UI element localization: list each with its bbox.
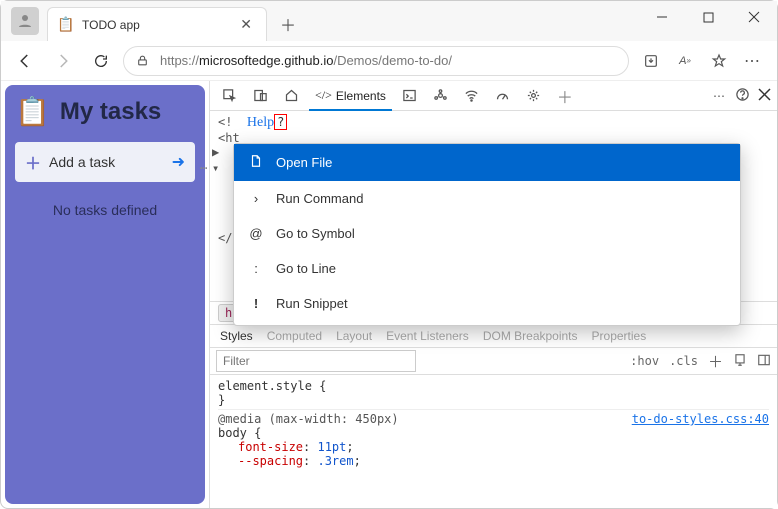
- close-devtools-button[interactable]: [758, 88, 771, 104]
- window-controls: [639, 1, 777, 33]
- back-button[interactable]: [9, 45, 41, 77]
- clipboard-icon: 📋: [15, 95, 50, 128]
- styles-pane[interactable]: element.style { } to-do-styles.css:40 @m…: [210, 375, 777, 472]
- cmd-open-file[interactable]: Open File: [234, 144, 740, 181]
- css-source-link[interactable]: to-do-styles.css:40: [632, 412, 769, 426]
- more-tools-button[interactable]: ⋯: [713, 89, 727, 103]
- styles-filter-row: :hov .cls ＋: [210, 348, 777, 375]
- browser-tab[interactable]: 📋 TODO app ✕: [47, 7, 267, 41]
- cmd-go-to-symbol[interactable]: @ Go to Symbol: [234, 216, 740, 251]
- elements-tab[interactable]: </> Elements: [309, 81, 392, 111]
- subtab-properties[interactable]: Properties: [592, 329, 647, 343]
- tab-close-icon[interactable]: ✕: [236, 16, 256, 33]
- chevron-right-icon: ›: [248, 191, 264, 206]
- network-tab-icon[interactable]: [458, 84, 485, 107]
- close-window-button[interactable]: [731, 1, 777, 33]
- submit-arrow-icon[interactable]: ➜: [172, 152, 185, 172]
- search-cursor: ?: [274, 114, 287, 130]
- profile-avatar[interactable]: [11, 7, 39, 35]
- new-style-rule-button[interactable]: ＋: [708, 351, 723, 372]
- todo-app: 📋 My tasks ＋ Add a task ➜ No tasks defin…: [5, 85, 205, 504]
- new-tab-button[interactable]: ＋: [273, 9, 303, 39]
- url-text: https://microsoftedge.github.io/Demos/de…: [160, 53, 452, 68]
- expand-arrow-icon[interactable]: ▶: [212, 145, 219, 159]
- exclamation-icon: !: [248, 296, 264, 311]
- cls-toggle[interactable]: .cls: [669, 354, 698, 368]
- refresh-button[interactable]: [85, 45, 117, 77]
- forward-button: [47, 45, 79, 77]
- computed-sidebar-toggle-icon[interactable]: [757, 353, 771, 370]
- browser-toolbar: https://microsoftedge.github.io/Demos/de…: [1, 41, 777, 81]
- browser-titlebar: 📋 TODO app ✕ ＋: [1, 1, 777, 41]
- toggle-common-rendering-icon[interactable]: [733, 353, 747, 370]
- file-icon: [248, 154, 264, 171]
- minimize-button[interactable]: [639, 1, 685, 33]
- sources-tab-icon[interactable]: [427, 84, 454, 107]
- app-title: My tasks: [60, 98, 161, 126]
- address-bar[interactable]: https://microsoftedge.github.io/Demos/de…: [123, 46, 629, 76]
- device-toolbar-icon[interactable]: [247, 84, 274, 107]
- at-symbol-icon: @: [248, 226, 264, 241]
- help-icon[interactable]: [735, 87, 750, 105]
- plus-icon: ＋: [25, 150, 41, 174]
- maximize-button[interactable]: [685, 1, 731, 33]
- command-search-input[interactable]: Help: [247, 115, 274, 130]
- welcome-tab-icon[interactable]: [278, 84, 305, 107]
- subtab-dom-breakpoints[interactable]: DOM Breakpoints: [483, 329, 578, 343]
- subtab-layout[interactable]: Layout: [336, 329, 372, 343]
- styles-filter-input[interactable]: [216, 350, 416, 372]
- cmd-run-command[interactable]: › Run Command: [234, 181, 740, 216]
- hov-toggle[interactable]: :hov: [630, 354, 659, 368]
- add-tab-button[interactable]: ＋: [551, 80, 579, 112]
- cmd-run-snippet[interactable]: ! Run Snippet: [234, 286, 740, 321]
- empty-state-text: No tasks defined: [15, 202, 195, 218]
- add-task-label: Add a task: [49, 154, 115, 170]
- subtab-styles[interactable]: Styles: [220, 329, 253, 343]
- console-tab-icon[interactable]: [396, 84, 423, 107]
- add-task-input[interactable]: ＋ Add a task ➜: [15, 142, 195, 182]
- tab-favicon: 📋: [58, 17, 74, 33]
- devtools-tabbar: </> Elements ＋ ⋯: [210, 81, 777, 111]
- lock-icon: [134, 53, 150, 69]
- reading-mode-icon[interactable]: A»: [669, 45, 701, 77]
- styles-subtabs: Styles Computed Layout Event Listeners D…: [210, 325, 777, 348]
- browser-menu-button[interactable]: ⋯: [737, 45, 769, 77]
- command-menu: Open File › Run Command @ Go to Symbol :…: [233, 143, 741, 326]
- cmd-go-to-line[interactable]: : Go to Line: [234, 251, 740, 286]
- memory-tab-icon[interactable]: [520, 84, 547, 107]
- subtab-event-listeners[interactable]: Event Listeners: [386, 329, 469, 343]
- tab-title: TODO app: [82, 18, 236, 32]
- performance-tab-icon[interactable]: [489, 84, 516, 107]
- subtab-computed[interactable]: Computed: [267, 329, 322, 343]
- inspect-element-icon[interactable]: [216, 84, 243, 107]
- favorite-icon[interactable]: [703, 45, 735, 77]
- app-install-icon[interactable]: [635, 45, 667, 77]
- colon-icon: :: [248, 261, 264, 276]
- collapse-arrow-icon[interactable]: ▾: [212, 161, 219, 175]
